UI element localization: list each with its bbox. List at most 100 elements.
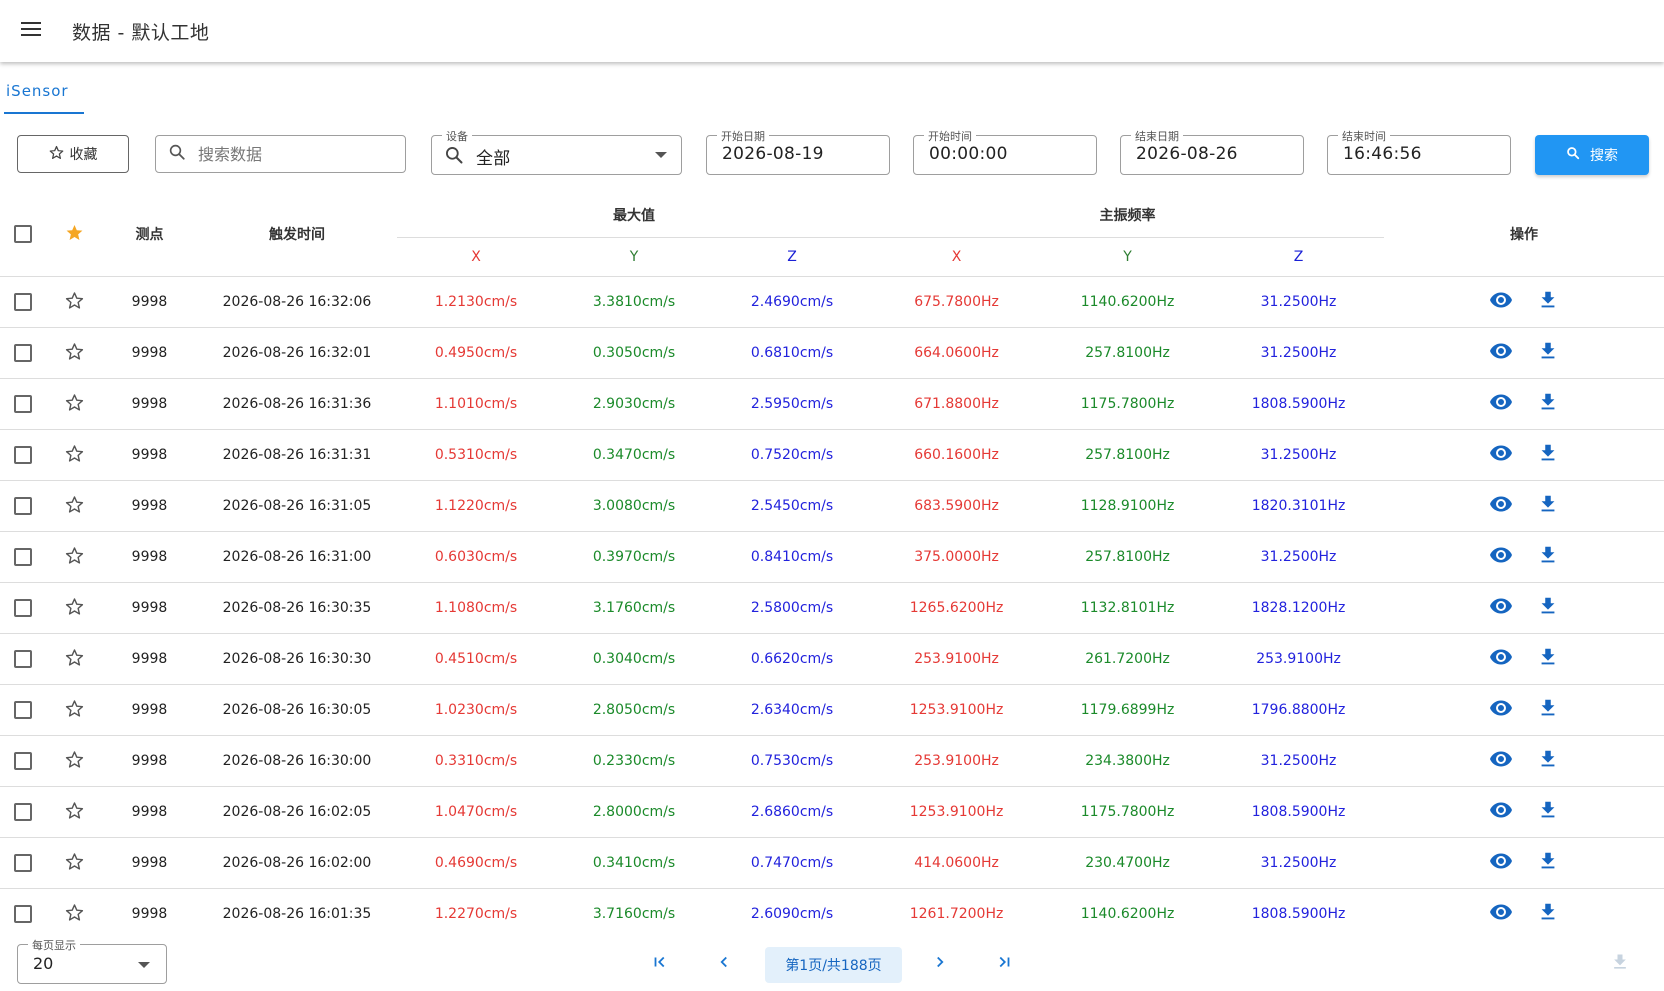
select-all-checkbox[interactable] [14,225,32,243]
end-date-field[interactable]: 结束日期 2026-08-26 [1120,128,1304,175]
actions-cell [1384,531,1664,583]
download-icon[interactable] [1537,748,1559,770]
trigger-time-cell: 2026-08-26 16:30:30 [197,633,397,685]
row-checkbox[interactable] [14,446,32,464]
row-checkbox[interactable] [14,905,32,923]
view-icon[interactable] [1489,798,1513,822]
table-row[interactable]: 9998 2026-08-26 16:31:00 0.6030cm/s 0.3970c… [0,531,1664,583]
view-icon[interactable] [1489,543,1513,567]
download-icon[interactable] [1537,697,1559,719]
per-page-select[interactable]: 每页显示 20 [17,937,167,984]
star-outline-icon[interactable] [65,699,84,722]
table-row[interactable]: 9998 2026-08-26 16:32:06 1.2130cm/s 3.3810c… [0,276,1664,328]
download-icon[interactable] [1537,289,1559,311]
device-select[interactable]: 设备 全部 [431,128,682,175]
download-icon[interactable] [1537,595,1559,617]
end-time-field[interactable]: 结束时间 16:46:56 [1327,128,1511,175]
view-icon[interactable] [1489,747,1513,771]
view-icon[interactable] [1489,900,1513,924]
table-row[interactable]: 9998 2026-08-26 16:30:00 0.3310cm/s 0.2330c… [0,735,1664,787]
star-outline-icon[interactable] [65,393,84,416]
freq-z-cell: 1808.5900Hz [1213,888,1385,930]
view-icon[interactable] [1489,441,1513,465]
star-outline-icon[interactable] [65,903,84,926]
download-icon[interactable] [1537,850,1559,872]
download-all-icon[interactable] [1610,952,1630,976]
freq-z-cell: 31.2500Hz [1213,327,1385,379]
download-icon[interactable] [1537,442,1559,464]
search-input[interactable] [196,143,400,165]
table-row[interactable]: 9998 2026-08-26 16:30:35 1.1080cm/s 3.1760c… [0,582,1664,634]
row-checkbox[interactable] [14,395,32,413]
next-page-button[interactable] [922,946,958,982]
row-checkbox[interactable] [14,803,32,821]
first-page-button[interactable] [642,946,678,982]
row-checkbox[interactable] [14,293,32,311]
download-icon[interactable] [1537,544,1559,566]
freq-y-cell: 257.8100Hz [1042,327,1214,379]
star-outline-icon[interactable] [65,750,84,773]
search-button[interactable]: 搜索 [1535,135,1649,175]
start-date-field[interactable]: 开始日期 2026-08-19 [706,128,890,175]
row-checkbox[interactable] [14,548,32,566]
row-checkbox[interactable] [14,497,32,515]
row-checkbox[interactable] [14,752,32,770]
table-row[interactable]: 9998 2026-08-26 16:31:05 1.1220cm/s 3.0080c… [0,480,1664,532]
point-cell: 9998 [102,786,197,838]
view-icon[interactable] [1489,339,1513,363]
table-row[interactable]: 9998 2026-08-26 16:31:36 1.1010cm/s 2.9030c… [0,378,1664,430]
view-icon[interactable] [1489,288,1513,312]
table-row[interactable]: 9998 2026-08-26 16:30:30 0.4510cm/s 0.3040c… [0,633,1664,685]
table-row[interactable]: 9998 2026-08-26 16:01:35 1.2270cm/s 3.7160c… [0,888,1664,930]
point-cell: 9998 [102,735,197,787]
star-outline-icon[interactable] [65,648,84,671]
table-row[interactable]: 9998 2026-08-26 16:32:01 0.4950cm/s 0.3050c… [0,327,1664,379]
view-icon[interactable] [1489,849,1513,873]
previous-page-button[interactable] [706,946,742,982]
star-outline-icon[interactable] [65,597,84,620]
menu-button[interactable] [0,0,62,62]
row-checkbox[interactable] [14,701,32,719]
data-table-container[interactable]: 测点 触发时间 最大值 主振频率 操作 X Y Z X Y Z 9998 2026… [0,192,1664,930]
download-icon[interactable] [1537,646,1559,668]
row-checkbox[interactable] [14,599,32,617]
select-all-cell [0,192,46,277]
table-row[interactable]: 9998 2026-08-26 16:30:05 1.0230cm/s 2.8050c… [0,684,1664,736]
star-outline-icon[interactable] [65,342,84,365]
star-outline-icon[interactable] [65,852,84,875]
row-favorite-cell [46,582,102,634]
download-icon[interactable] [1537,391,1559,413]
download-icon[interactable] [1537,901,1559,923]
view-icon[interactable] [1489,594,1513,618]
star-outline-icon[interactable] [65,291,84,314]
row-favorite-cell [46,327,102,379]
max-x-cell: 0.5310cm/s [397,429,555,481]
row-checkbox[interactable] [14,344,32,362]
view-icon[interactable] [1489,696,1513,720]
tab-isensor[interactable]: iSensor [4,74,84,114]
start-date-value: 2026-08-19 [722,144,824,164]
star-outline-icon[interactable] [65,546,84,569]
star-outline-icon[interactable] [65,495,84,518]
download-icon[interactable] [1537,799,1559,821]
download-icon[interactable] [1537,340,1559,362]
view-icon[interactable] [1489,492,1513,516]
row-checkbox[interactable] [14,650,32,668]
max-y-cell: 0.3050cm/s [555,327,713,379]
table-row[interactable]: 9998 2026-08-26 16:02:05 1.0470cm/s 2.8000c… [0,786,1664,838]
search-field[interactable] [155,135,406,173]
max-z-cell: 0.7470cm/s [713,837,872,889]
view-icon[interactable] [1489,390,1513,414]
star-filled-icon[interactable] [65,224,84,246]
table-row[interactable]: 9998 2026-08-26 16:31:31 0.5310cm/s 0.3470c… [0,429,1664,481]
favorite-filter-button[interactable]: 收藏 [17,135,129,173]
start-time-field[interactable]: 开始时间 00:00:00 [913,128,1097,175]
row-checkbox[interactable] [14,854,32,872]
last-page-button[interactable] [986,946,1022,982]
star-outline-icon[interactable] [65,444,84,467]
view-icon[interactable] [1489,645,1513,669]
star-outline-icon[interactable] [65,801,84,824]
download-icon[interactable] [1537,493,1559,515]
table-row[interactable]: 9998 2026-08-26 16:02:00 0.4690cm/s 0.3410c… [0,837,1664,889]
max-x-cell: 1.1010cm/s [397,378,555,430]
